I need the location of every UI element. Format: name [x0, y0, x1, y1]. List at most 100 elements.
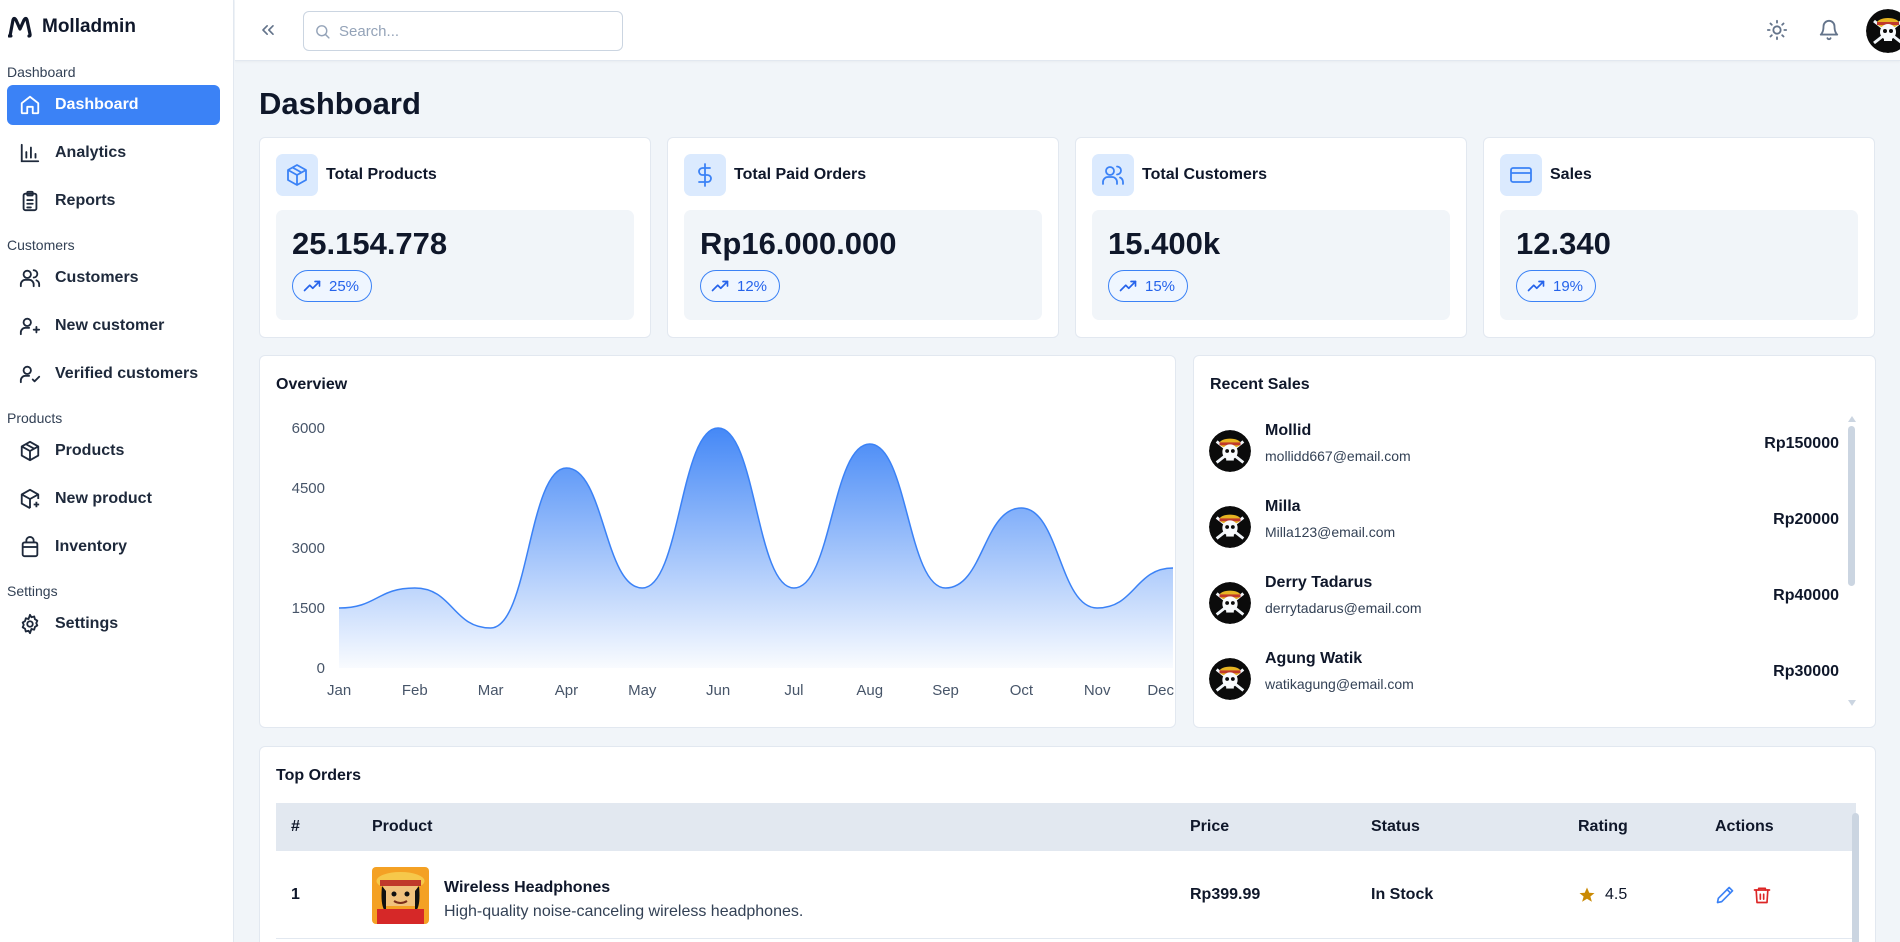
sidebar-item-new-customer[interactable]: New customer — [7, 306, 220, 346]
trending-up-icon — [303, 280, 321, 292]
sidebar-item-label: Analytics — [55, 144, 127, 161]
x-tick-label: Feb — [402, 682, 428, 699]
nav-section-title: Dashboard — [7, 64, 76, 80]
x-tick-label: Mar — [478, 682, 504, 699]
sale-amount: Rp40000 — [1773, 587, 1839, 604]
customer-email: watikagung@email.com — [1265, 676, 1414, 692]
skull-avatar-icon — [1866, 9, 1900, 53]
sidebar-item-label: Verified customers — [55, 365, 199, 382]
product-thumbnail-icon — [372, 867, 429, 924]
list-item[interactable]: Derry Tadarus derrytadarus@email.com Rp4… — [1209, 574, 1839, 634]
stat-card-total-paid-orders: Total Paid Orders Rp16.000.000 12% — [667, 137, 1059, 338]
bar-chart-icon — [20, 143, 40, 163]
row-actions — [1715, 885, 1772, 905]
pencil-icon — [1716, 886, 1734, 903]
avatar — [1209, 506, 1251, 548]
sidebar-item-new-product[interactable]: New product — [7, 479, 220, 519]
scroll-up-arrow[interactable] — [1847, 415, 1857, 423]
change-badge: 25% — [292, 270, 373, 302]
skull-avatar-icon — [1209, 506, 1251, 548]
sidebar-item-label: Settings — [55, 615, 119, 632]
box-icon — [20, 440, 40, 462]
theme-toggle-button[interactable] — [1766, 19, 1788, 41]
stat-card-total-customers: Total Customers 15.400k 15% — [1075, 137, 1467, 338]
search-box[interactable] — [303, 11, 623, 51]
change-badge: 12% — [700, 270, 781, 302]
y-tick-label: 3000 — [292, 540, 325, 557]
collapse-sidebar-button[interactable] — [258, 19, 278, 41]
skull-avatar-icon — [1209, 658, 1251, 700]
sidebar-item-inventory[interactable]: Inventory — [7, 527, 220, 567]
dollar-icon — [684, 154, 726, 196]
overview-chart: 0 1500 3000 4500 6000 Jan Feb Mar Apr May Jun Jul Au… — [292, 420, 1175, 699]
sidebar-item-customers[interactable]: Customers — [7, 258, 220, 298]
avatar — [1209, 582, 1251, 624]
customer-email: derrytadarus@email.com — [1265, 600, 1422, 616]
column-header: Rating — [1578, 818, 1628, 835]
sidebar-item-label: New product — [55, 490, 152, 507]
sale-amount: Rp150000 — [1764, 435, 1839, 452]
nav-section-title: Settings — [7, 583, 58, 599]
box-plus-icon — [20, 488, 40, 509]
list-item[interactable]: Milla Milla123@email.com Rp20000 — [1209, 498, 1839, 558]
rating: 4.5 — [1578, 886, 1627, 904]
delete-button[interactable] — [1752, 885, 1772, 905]
list-item[interactable]: Agung Watik watikagung@email.com Rp30000 — [1209, 650, 1839, 710]
stat-body: 25.154.778 25% — [276, 210, 634, 320]
change-value: 25% — [329, 277, 360, 295]
users-icon — [19, 269, 41, 288]
gear-icon — [21, 613, 39, 635]
sidebar: Molladmin Dashboard Dashboard Analytics … — [0, 0, 234, 942]
sidebar-item-analytics[interactable]: Analytics — [7, 133, 220, 173]
stat-title: Sales — [1550, 166, 1592, 183]
user-check-icon — [19, 365, 41, 384]
notifications-button[interactable] — [1818, 19, 1840, 41]
top-orders-title: Top Orders — [276, 767, 362, 784]
sun-icon — [1766, 19, 1788, 41]
trending-up-icon — [711, 280, 729, 292]
bell-icon — [1819, 20, 1839, 41]
trending-up-icon — [1119, 280, 1137, 292]
x-tick-label: Nov — [1084, 682, 1111, 699]
sidebar-item-products[interactable]: Products — [7, 431, 220, 471]
change-value: 15% — [1145, 277, 1176, 295]
app-name: Molladmin — [42, 16, 136, 37]
column-header: Product — [372, 818, 433, 835]
brand[interactable]: Molladmin — [0, 0, 233, 54]
user-plus-icon — [19, 317, 41, 336]
table-header: # Product Price Status Rating Actions — [276, 803, 1856, 851]
sidebar-item-dashboard[interactable]: Dashboard — [7, 85, 220, 125]
sidebar-item-label: Products — [55, 442, 125, 459]
table-row[interactable]: 1 Wireless Headphones High-quality noise… — [276, 851, 1856, 939]
star-icon — [1579, 887, 1595, 902]
nav-section-title: Customers — [7, 237, 75, 253]
search-icon — [316, 24, 330, 39]
sidebar-item-verified-customers[interactable]: Verified customers — [7, 354, 220, 394]
avatar — [1209, 430, 1251, 472]
y-tick-label: 0 — [317, 660, 325, 677]
list-item[interactable]: Mollid mollidd667@email.com Rp150000 — [1209, 422, 1839, 482]
scroll-down-arrow[interactable] — [1847, 699, 1857, 707]
customer-name: Milla — [1265, 498, 1301, 515]
x-tick-label: Dec — [1147, 682, 1174, 699]
user-avatar[interactable] — [1866, 9, 1900, 53]
sidebar-item-label: Reports — [55, 192, 116, 209]
stat-value: Rp16.000.000 — [700, 226, 897, 261]
edit-button[interactable] — [1715, 885, 1735, 905]
y-tick-label: 4500 — [292, 480, 325, 497]
topbar — [235, 0, 1900, 61]
x-tick-label: Aug — [856, 682, 883, 699]
x-tick-label: Sep — [932, 682, 959, 699]
recent-sales-title: Recent Sales — [1210, 376, 1310, 393]
nav-section-title: Products — [7, 410, 63, 426]
sidebar-item-reports[interactable]: Reports — [7, 181, 220, 221]
search-input[interactable] — [339, 22, 609, 40]
x-tick-label: May — [628, 682, 657, 699]
table-scrollbar[interactable] — [1852, 813, 1859, 942]
sidebar-item-settings[interactable]: Settings — [7, 604, 220, 644]
stat-title: Total Customers — [1142, 166, 1268, 183]
change-value: 19% — [1553, 277, 1584, 295]
trending-up-icon — [1527, 280, 1545, 292]
stat-card-total-products: Total Products 25.154.778 25% — [259, 137, 651, 338]
recent-sales-scrollbar[interactable] — [1848, 426, 1855, 586]
